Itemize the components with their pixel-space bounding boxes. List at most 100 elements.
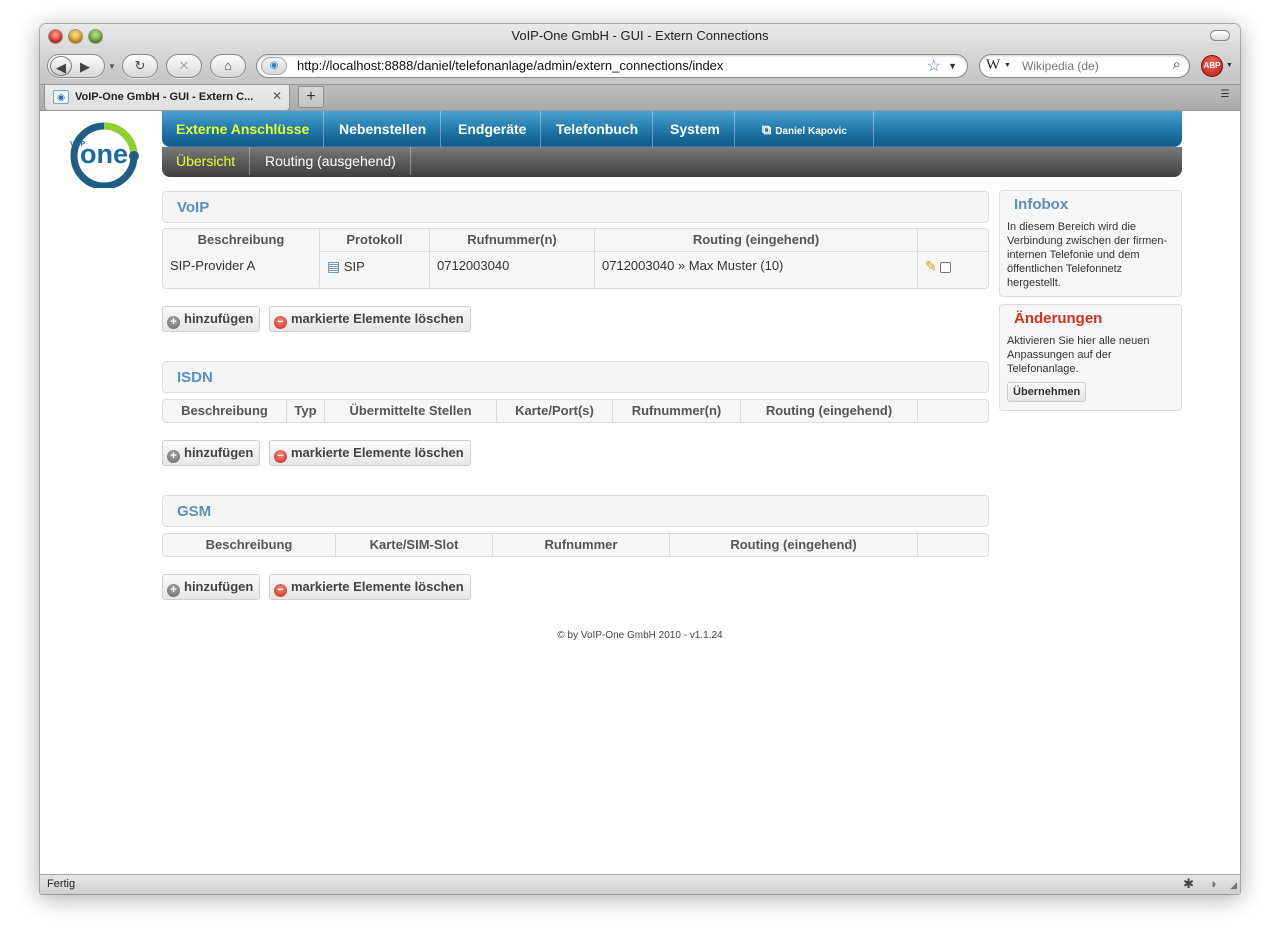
voip-delete-label: markierte Elemente löschen: [291, 311, 464, 326]
gsm-table: Beschreibung Karte/SIM-Slot Rufnummer Ro…: [162, 533, 989, 557]
forward-button[interactable]: ▶: [80, 56, 90, 78]
column-header: Rufnummer: [493, 534, 670, 556]
table-row: SIP-Provider A: [163, 251, 320, 287]
gsm-section-header: GSM: [162, 495, 989, 527]
browser-window: VoIP-One GmbH - GUI - Extern Connections…: [40, 24, 1240, 894]
main-navigation: Externe Anschlüsse Nebenstellen Endgerät…: [162, 111, 1182, 147]
back-button[interactable]: ◀: [50, 56, 72, 76]
search-input[interactable]: Wikipedia (de): [1022, 59, 1099, 73]
changes-text: Aktivieren Sie hier alle neuen Anpassung…: [1007, 335, 1150, 375]
titlebar: VoIP-One GmbH - GUI - Extern Connections…: [40, 24, 1240, 111]
tab-close-icon[interactable]: ✕: [272, 89, 282, 103]
column-header: Karte/Port(s): [497, 400, 613, 422]
column-header: Protokoll: [320, 229, 430, 251]
add-icon: +: [167, 316, 180, 329]
changes-box: Änderungen Aktivieren Sie hier alle neue…: [999, 304, 1182, 411]
nav-nebenstellen[interactable]: Nebenstellen: [325, 111, 442, 147]
column-header: Routing (eingehend): [741, 400, 918, 422]
column-header: Typ: [287, 400, 325, 422]
cell-routing: 0712003040 » Max Muster (10): [595, 251, 918, 287]
voip-delete-button[interactable]: − markierte Elemente löschen: [269, 306, 471, 332]
changes-title: Änderungen: [1014, 310, 1103, 327]
external-link-icon: ⧉: [762, 122, 772, 137]
isdn-table: Beschreibung Typ Übermittelte Stellen Ka…: [162, 399, 989, 423]
voip-add-label: hinzufügen: [184, 311, 254, 326]
apply-changes-button[interactable]: Übernehmen: [1007, 382, 1087, 402]
infobox-text: In diesem Bereich wird die Verbindung zw…: [1007, 221, 1168, 289]
voip-table: Beschreibung Protokoll Rufnummer(n) Rout…: [162, 228, 989, 289]
back-arrow-icon: ◀: [56, 60, 66, 75]
search-bar[interactable]: W ▼ Wikipedia (de) ⌕: [979, 54, 1190, 78]
column-header: Rufnummer(n): [613, 400, 741, 422]
nav-endgeraete[interactable]: Endgeräte: [444, 111, 542, 147]
subnav-routing-ausgehend[interactable]: Routing (ausgehend): [251, 147, 411, 175]
cell-actions: ✎: [918, 251, 988, 287]
isdn-delete-label: markierte Elemente löschen: [291, 445, 464, 460]
resize-grip-icon[interactable]: ◢: [1230, 880, 1237, 891]
list-all-tabs-icon[interactable]: ☰: [1216, 89, 1234, 105]
search-engine-dropdown-icon[interactable]: ▼: [1004, 62, 1011, 69]
subnav-uebersicht[interactable]: Übersicht: [162, 147, 251, 175]
tab-strip: ◉ VoIP-One GmbH - GUI - Extern C... ✕ + …: [40, 84, 1240, 111]
bookmark-star-icon[interactable]: ☆: [927, 56, 941, 76]
nav-system[interactable]: System: [656, 111, 735, 147]
adblock-button[interactable]: ABP: [1201, 55, 1223, 77]
firebug-icon[interactable]: ✱: [1183, 876, 1194, 892]
edit-pencil-icon[interactable]: ✎: [925, 258, 937, 274]
nav-user[interactable]: ⧉ Daniel Kapovic: [734, 111, 874, 147]
column-header: Übermittelte Stellen: [325, 400, 497, 422]
url-text[interactable]: http://localhost:8888/daniel/telefonanla…: [297, 58, 723, 73]
delete-icon: −: [274, 316, 287, 329]
home-icon: ⌂: [224, 58, 232, 73]
status-text: Fertig: [47, 878, 76, 890]
cell-beschreibung: SIP-Provider A: [170, 258, 256, 273]
isdn-delete-button[interactable]: − markierte Elemente löschen: [269, 440, 471, 466]
voip-add-button[interactable]: + hinzufügen: [162, 306, 261, 332]
home-button[interactable]: ⌂: [210, 54, 246, 78]
column-header: Beschreibung: [163, 534, 336, 556]
logo-text: one: [80, 139, 128, 169]
url-dropdown-icon[interactable]: ▼: [948, 61, 957, 71]
tab-label: VoIP-One GmbH - GUI - Extern C...: [75, 91, 254, 103]
tab-voip-one[interactable]: ◉ VoIP-One GmbH - GUI - Extern C... ✕: [44, 85, 290, 111]
adblock-dropdown-icon[interactable]: ▼: [1226, 62, 1233, 69]
reload-icon: ↻: [134, 58, 146, 73]
infobox-title: Infobox: [1014, 196, 1069, 213]
column-header-actions: [918, 534, 988, 556]
isdn-add-button[interactable]: + hinzufügen: [162, 440, 261, 466]
cell-rufnummer: 0712003040: [430, 251, 595, 287]
add-icon: +: [167, 584, 180, 597]
site-identity-icon[interactable]: ◉: [261, 57, 287, 75]
wikipedia-icon[interactable]: W: [986, 57, 1000, 74]
isdn-title: ISDN: [177, 369, 213, 386]
url-bar[interactable]: ◉ http://localhost:8888/daniel/telefonan…: [256, 54, 968, 78]
gsm-add-button[interactable]: + hinzufügen: [162, 574, 261, 600]
history-dropdown-icon[interactable]: ▼: [108, 62, 116, 71]
column-header: Karte/SIM-Slot: [336, 534, 493, 556]
nav-externe-anschluesse[interactable]: Externe Anschlüsse: [162, 111, 325, 147]
toolbar-toggle-button[interactable]: [1210, 30, 1230, 41]
column-header: Routing (eingehend): [670, 534, 918, 556]
new-tab-button[interactable]: +: [298, 86, 324, 108]
column-header: Beschreibung: [163, 400, 287, 422]
reload-button[interactable]: ↻: [122, 54, 158, 78]
footer: © by VoIP-One GmbH 2010 - v1.1.24: [557, 630, 723, 641]
row-checkbox[interactable]: [940, 262, 952, 273]
status-bar: Fertig ✱ ◗ ◢: [40, 874, 1240, 894]
page-viewport: one VoIP Externe Anschlüsse Nebenstellen…: [40, 110, 1240, 874]
delete-icon: −: [274, 450, 287, 463]
favicon-icon: ◉: [53, 90, 69, 104]
column-header: Routing (eingehend): [595, 229, 918, 251]
logo-small-text: VoIP: [70, 141, 85, 148]
isdn-section-header: ISDN: [162, 361, 989, 393]
cell-protokoll-text: SIP: [343, 259, 365, 274]
nav-telefonbuch[interactable]: Telefonbuch: [542, 111, 654, 147]
rss-icon[interactable]: ◗: [1210, 876, 1218, 891]
gsm-delete-button[interactable]: − markierte Elemente löschen: [269, 574, 471, 600]
window-title: VoIP-One GmbH - GUI - Extern Connections: [511, 28, 769, 43]
isdn-add-label: hinzufügen: [184, 445, 254, 460]
gsm-add-label: hinzufügen: [184, 579, 254, 594]
cell-protokoll: ▤ SIP: [320, 251, 430, 287]
search-icon[interactable]: ⌕: [1173, 56, 1181, 73]
stop-button[interactable]: ✕: [166, 54, 202, 78]
